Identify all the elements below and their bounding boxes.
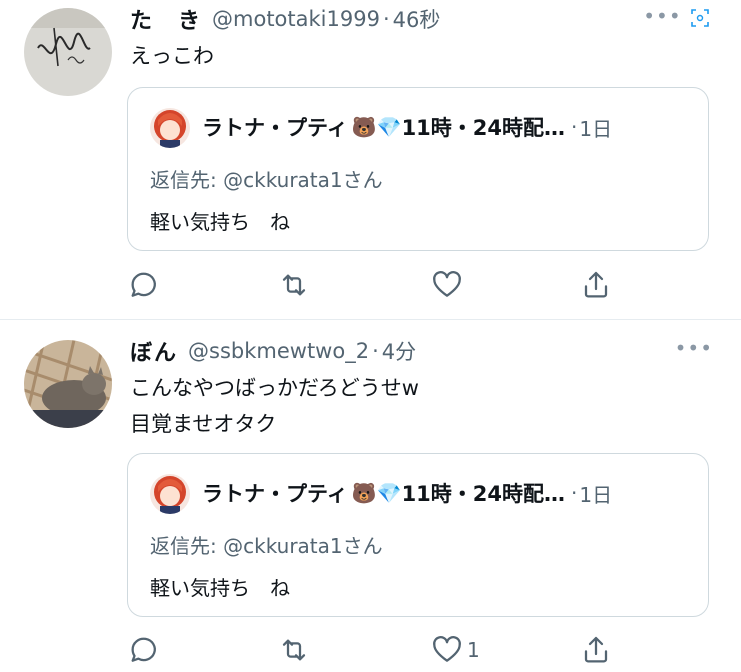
separator-dot: ·: [571, 115, 578, 139]
share-button[interactable]: [580, 630, 612, 670]
heart-icon: [433, 636, 461, 662]
scan-icon: [691, 8, 709, 27]
quoted-tweet[interactable]: ラトナ・プティ 🐻💎 11時・24時配… · 1日 返信先: @ckkurata…: [127, 87, 709, 251]
user-handle[interactable]: @mototaki1999: [212, 7, 380, 31]
user-handle[interactable]: @ssbkmewtwo_2: [188, 339, 369, 363]
retweet-button[interactable]: [278, 630, 310, 670]
heart-icon: [433, 271, 461, 297]
more-options-icon[interactable]: •••: [675, 336, 713, 360]
timestamp[interactable]: 4分: [382, 336, 416, 366]
share-button[interactable]: [580, 265, 612, 305]
more-options-label: •••: [674, 336, 713, 360]
tweet[interactable]: ぼん @ssbkmewtwo_2 · 4分 ••• こんなやつばっかだろどうせw…: [0, 320, 741, 672]
separator-dot: ·: [372, 339, 379, 363]
retweet-button[interactable]: [278, 265, 310, 305]
share-icon: [584, 636, 608, 663]
action-bar: [128, 265, 618, 305]
like-count: 1: [467, 638, 480, 662]
avatar[interactable]: [24, 8, 112, 96]
reply-handle[interactable]: @ckkurata1さん: [223, 168, 383, 192]
reply-icon: [131, 272, 156, 297]
tweet[interactable]: た き @mototaki1999 · 46秒 ••• えっこわ ラトナ・プティ: [0, 0, 741, 318]
badge-emojis: 🐻💎: [351, 115, 402, 139]
retweet-icon: [282, 639, 306, 661]
tweet-text: えっこわ: [130, 38, 214, 74]
reply-icon: [131, 637, 156, 662]
separator-dot: ·: [382, 7, 390, 31]
timestamp[interactable]: 46秒: [393, 4, 441, 34]
quoted-timestamp: 1日: [579, 482, 613, 507]
tweet-text-line: 目覚ませオタク: [130, 412, 277, 436]
quoted-tweet[interactable]: ラトナ・プティ 🐻💎 11時・24時配… · 1日 返信先: @ckkurata…: [127, 453, 709, 617]
reply-to-line: 返信先: @ckkurata1さん: [150, 530, 383, 559]
quoted-text: 軽い気持ち ね: [150, 210, 290, 234]
more-options-icon[interactable]: •••: [643, 4, 709, 28]
more-options-label: •••: [643, 4, 682, 28]
avatar[interactable]: [24, 340, 112, 428]
like-button[interactable]: [431, 265, 467, 305]
tweet-text-line: えっこわ: [130, 44, 214, 68]
separator-dot: ·: [571, 481, 578, 505]
tweet-text: こんなやつばっかだろどうせw 目覚ませオタク: [130, 370, 419, 442]
quoted-display-name[interactable]: ラトナ・プティ: [202, 478, 348, 508]
tweet-header: た き @mototaki1999 · 46秒 •••: [130, 4, 713, 34]
like-button[interactable]: 1: [431, 630, 480, 670]
display-name[interactable]: た き: [130, 3, 202, 35]
quoted-header: ラトナ・プティ 🐻💎 11時・24時配… · 1日: [202, 478, 612, 508]
reply-button[interactable]: [128, 265, 160, 305]
share-icon: [584, 271, 608, 298]
action-bar: 1: [128, 630, 618, 670]
quoted-avatar[interactable]: [150, 474, 190, 514]
reply-prefix: 返信先:: [150, 534, 224, 558]
reply-handle[interactable]: @ckkurata1さん: [223, 534, 383, 558]
tweet-text-line: こんなやつばっかだろどうせw: [130, 376, 419, 400]
quoted-display-name[interactable]: ラトナ・プティ: [202, 112, 348, 142]
retweet-icon: [282, 274, 306, 296]
quoted-avatar[interactable]: [150, 108, 190, 148]
tweet-header: ぼん @ssbkmewtwo_2 · 4分 •••: [130, 336, 713, 366]
badge-emojis: 🐻💎: [351, 481, 402, 505]
reply-button[interactable]: [128, 630, 160, 670]
quoted-name-suffix: 11時・24時配…: [401, 116, 566, 140]
quoted-name-suffix: 11時・24時配…: [401, 482, 566, 506]
quoted-text: 軽い気持ち ね: [150, 576, 290, 600]
reply-prefix: 返信先:: [150, 168, 224, 192]
quoted-timestamp: 1日: [579, 116, 613, 141]
display-name[interactable]: ぼん: [130, 335, 178, 367]
reply-to-line: 返信先: @ckkurata1さん: [150, 164, 383, 193]
quoted-header: ラトナ・プティ 🐻💎 11時・24時配… · 1日: [202, 112, 612, 142]
